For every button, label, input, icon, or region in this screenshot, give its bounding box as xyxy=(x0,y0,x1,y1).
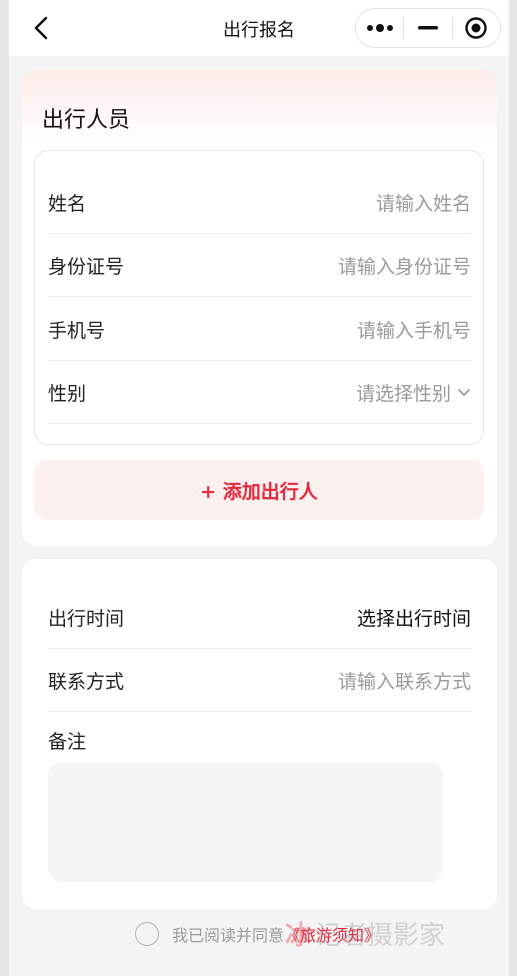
chevron-down-icon xyxy=(457,387,471,397)
add-traveler-button[interactable]: + 添加出行人 xyxy=(34,460,484,520)
travel-notice-link[interactable]: 《旅游须知》 xyxy=(284,922,380,946)
name-label: 姓名 xyxy=(48,192,87,215)
travelers-section-title: 出行人员 xyxy=(42,108,131,133)
travelers-card: 出行人员 姓名 请输入姓名 身份证号 请输入身份证号 手机号 请输入手机号 性别… xyxy=(22,70,497,546)
phone-input[interactable]: 请输入手机号 xyxy=(357,316,471,343)
gender-row[interactable]: 性别 请选择性别 xyxy=(48,361,471,424)
trip-info-card: 出行时间 选择出行时间 联系方式 请输入联系方式 备注 xyxy=(22,559,497,909)
remark-textarea[interactable] xyxy=(48,762,443,882)
agreement-row: 我已阅读并同意 《旅游须知》 xyxy=(135,922,380,946)
more-button[interactable] xyxy=(356,9,403,47)
name-input[interactable]: 请输入姓名 xyxy=(376,189,471,216)
agreement-radio[interactable] xyxy=(135,922,159,946)
id-number-input[interactable]: 请输入身份证号 xyxy=(338,252,471,279)
contact-row[interactable]: 联系方式 请输入联系方式 xyxy=(48,649,471,712)
remark-label: 备注 xyxy=(48,731,87,753)
mini-program-capsule xyxy=(355,8,501,48)
agreement-text: 我已阅读并同意 xyxy=(172,926,285,945)
contact-label: 联系方式 xyxy=(48,670,125,693)
close-button[interactable] xyxy=(453,9,500,47)
more-dots-icon xyxy=(366,24,393,32)
gender-placeholder: 请选择性别 xyxy=(355,382,451,405)
minimize-button[interactable] xyxy=(404,9,451,47)
target-icon xyxy=(465,17,488,39)
id-number-row[interactable]: 身份证号 请输入身份证号 xyxy=(48,234,471,297)
trip-time-label: 出行时间 xyxy=(48,607,125,630)
traveler-form: 姓名 请输入姓名 身份证号 请输入身份证号 手机号 请输入手机号 性别 请选择性… xyxy=(34,150,484,445)
trip-time-row[interactable]: 出行时间 选择出行时间 xyxy=(48,586,471,649)
gender-label: 性别 xyxy=(48,382,87,405)
name-row[interactable]: 姓名 请输入姓名 xyxy=(48,171,471,234)
page-content: 出行人员 姓名 请输入姓名 身份证号 请输入身份证号 手机号 请输入手机号 性别… xyxy=(9,56,509,976)
navigation-bar: 出行报名 xyxy=(9,0,509,56)
minimize-icon xyxy=(417,26,438,30)
trip-time-picker[interactable]: 选择出行时间 xyxy=(357,604,471,631)
id-number-label: 身份证号 xyxy=(48,255,125,278)
contact-input[interactable]: 请输入联系方式 xyxy=(338,667,471,694)
gender-select[interactable]: 请选择性别 xyxy=(356,379,471,406)
phone-row[interactable]: 手机号 请输入手机号 xyxy=(48,298,471,361)
phone-label: 手机号 xyxy=(48,319,106,342)
